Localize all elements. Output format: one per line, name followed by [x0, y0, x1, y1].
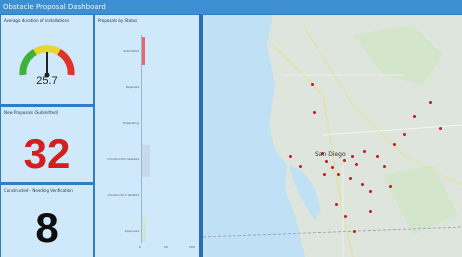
x-tick-label: 100 [189, 245, 195, 249]
status-chart: Submitted Rejected Evaluating Construction … [95, 15, 199, 257]
bar[interactable] [141, 145, 150, 177]
app-title: Obstacle Proposal Dashboard [3, 3, 106, 11]
gauge-dial [19, 45, 75, 78]
bar-label: Construction Needed [107, 157, 139, 161]
proposal-marker[interactable] [289, 155, 292, 158]
proposal-marker[interactable] [361, 183, 364, 186]
gauge-value: 25.7 [36, 75, 58, 87]
proposal-marker[interactable] [349, 177, 352, 180]
proposal-marker[interactable] [369, 190, 372, 193]
chart-axis [141, 35, 142, 243]
constructed-title: Constructed - Needing Verification [4, 188, 73, 193]
proposal-marker[interactable] [299, 165, 302, 168]
proposal-marker[interactable] [325, 160, 328, 163]
proposal-marker[interactable] [335, 203, 338, 206]
bar-label: Submitted [123, 49, 139, 53]
bar-label: Construction Verified [107, 193, 139, 197]
new-proposals-count: 32 [23, 130, 71, 177]
proposal-marker[interactable] [389, 185, 392, 188]
x-tick-label: 50 [164, 245, 168, 249]
proposal-marker[interactable] [439, 127, 442, 130]
proposal-marker[interactable] [344, 215, 347, 218]
proposal-marker[interactable] [313, 111, 316, 114]
constructed-panel: Constructed - Needing Verification 8 [1, 185, 93, 257]
proposal-marker[interactable] [403, 133, 406, 136]
map-basemap [203, 15, 462, 257]
gauge-panel: Average duration of installations 25.7 [1, 15, 93, 104]
proposal-marker[interactable] [337, 173, 340, 176]
proposal-marker[interactable] [413, 115, 416, 118]
proposal-marker[interactable] [363, 150, 366, 153]
constructed-count: 8 [35, 204, 59, 251]
proposal-marker[interactable] [351, 155, 354, 158]
proposal-marker[interactable] [353, 230, 356, 233]
map-label-city: San Diego [315, 151, 346, 158]
proposal-marker[interactable] [376, 155, 379, 158]
map-view[interactable]: San Diego [203, 15, 462, 257]
bar-label: Approved [124, 229, 139, 233]
proposal-marker[interactable] [323, 173, 326, 176]
bar-label: Rejected [125, 85, 139, 89]
proposal-marker[interactable] [343, 159, 346, 162]
gauge-arc-yellow [33, 45, 61, 56]
new-proposals-panel: New Proposals (Submitted) 32 [1, 107, 93, 182]
proposal-marker[interactable] [355, 163, 358, 166]
proposal-marker[interactable] [393, 143, 396, 146]
x-tick-label: 0 [139, 245, 141, 249]
proposal-marker[interactable] [369, 210, 372, 213]
gauge-arc-red [57, 48, 75, 76]
proposal-marker[interactable] [383, 165, 386, 168]
proposal-marker[interactable] [331, 166, 334, 169]
app-title-bar: Obstacle Proposal Dashboard [0, 0, 462, 14]
new-proposals-title: New Proposals (Submitted) [4, 110, 59, 115]
status-chart-panel: Proposals by Status Submitted Rejected Eva… [95, 15, 199, 257]
bar-label: Evaluating [123, 121, 139, 125]
proposal-marker[interactable] [429, 101, 432, 104]
proposal-marker[interactable] [311, 83, 314, 86]
gauge-arc-green [19, 48, 37, 76]
